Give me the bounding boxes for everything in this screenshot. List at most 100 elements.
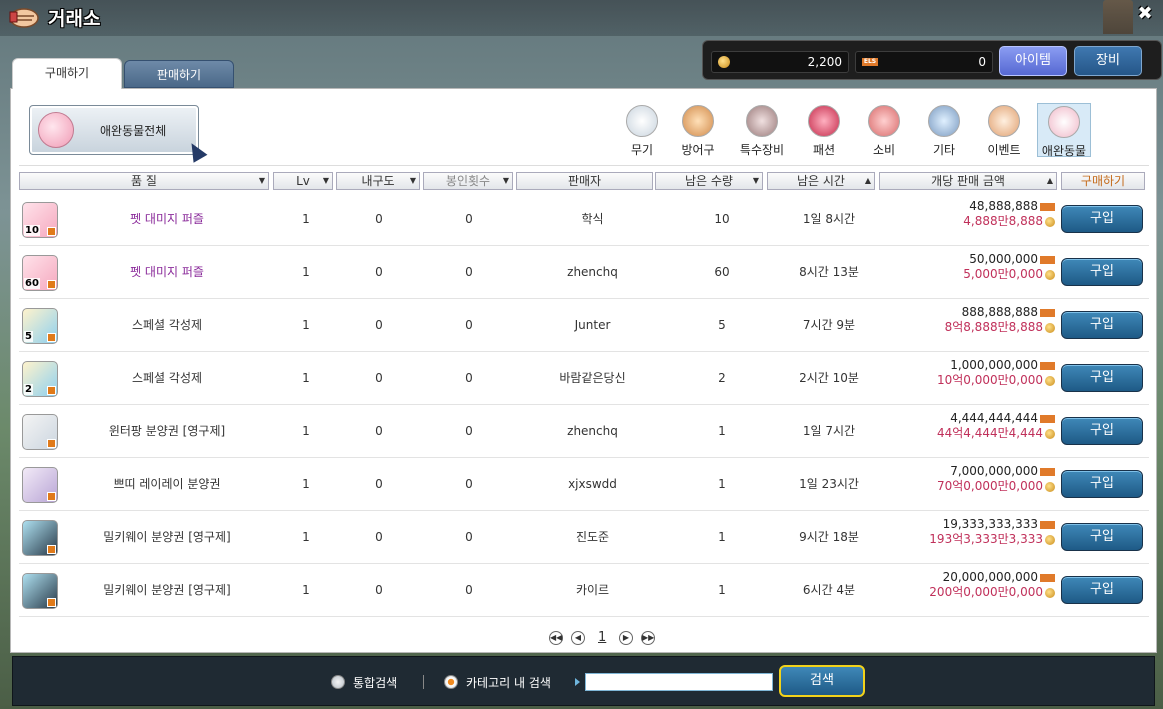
next-page-icon[interactable]: ▶ xyxy=(619,631,633,645)
category-armor[interactable]: 방어구 xyxy=(671,103,725,157)
buy-button[interactable]: 구입 xyxy=(1061,523,1143,551)
category-special-equipment[interactable]: 특수장비 xyxy=(735,103,789,157)
window-titlebar[interactable]: 거래소 ✖ xyxy=(0,0,1163,36)
buy-button[interactable]: 구입 xyxy=(1061,311,1143,339)
item-mode-button[interactable]: 아이템 xyxy=(999,46,1067,76)
price-korean: 193억3,333만3,333 xyxy=(929,532,1043,546)
column-header-lv[interactable]: Lv ▼ xyxy=(273,172,333,190)
integrated-search-radio[interactable] xyxy=(331,675,345,689)
item-icon[interactable]: 2 xyxy=(22,361,58,397)
tradeable-mark-icon xyxy=(47,227,56,236)
category-consumable[interactable]: 소비 xyxy=(857,103,911,157)
price-els: 19,333,333,333 xyxy=(942,517,1038,531)
price-els: 20,000,000,000 xyxy=(942,570,1038,584)
search-input[interactable] xyxy=(585,673,773,691)
category-fashion[interactable]: 패션 xyxy=(797,103,851,157)
item-price: 7,000,000,000 70억0,000만0,000 xyxy=(887,464,1055,494)
category-event[interactable]: 이벤트 xyxy=(977,103,1031,157)
search-button[interactable]: 검색 xyxy=(779,665,865,697)
buy-button[interactable]: 구입 xyxy=(1061,576,1143,604)
item-lv: 1 xyxy=(302,318,310,332)
sort-arrow-icon: ▲ xyxy=(864,176,871,185)
item-time: 7시간 9분 xyxy=(802,318,856,332)
item-durability: 0 xyxy=(375,424,383,438)
item-icon[interactable] xyxy=(22,520,58,556)
column-header-remaining-qty[interactable]: 남은 수량 ▼ xyxy=(655,172,763,190)
item-icon[interactable]: 60 xyxy=(22,255,58,291)
special-equipment-icon xyxy=(746,105,778,137)
item-lv: 1 xyxy=(302,424,310,438)
integrated-search-label: 통합검색 xyxy=(353,676,398,690)
category-label: 방어구 xyxy=(681,143,715,157)
category-label: 기타 xyxy=(932,143,956,157)
buy-button[interactable]: 구입 xyxy=(1061,205,1143,233)
etc-icon xyxy=(928,105,960,137)
coin-icon xyxy=(1045,428,1055,439)
tab-sell[interactable]: 판매하기 xyxy=(124,60,234,88)
item-seller: 카이르 xyxy=(575,583,610,597)
item-qty: 1 xyxy=(718,583,726,597)
header-label: 남은 시간 xyxy=(797,174,845,188)
column-header-price[interactable]: 개당 판매 금액 ▲ xyxy=(879,172,1057,190)
coin-icon xyxy=(1045,534,1055,545)
coin-icon xyxy=(1045,481,1055,492)
item-icon[interactable] xyxy=(22,467,58,503)
close-button[interactable]: ✖ xyxy=(1135,4,1155,24)
table-row[interactable]: 2 스페셜 각성제 1 0 0 바람같은당신 2 2시간 10분 1,000,0… xyxy=(19,352,1149,405)
item-qty-badge: 60 xyxy=(24,278,40,289)
item-price: 1,000,000,000 10억0,000만0,000 xyxy=(887,358,1055,388)
item-icon[interactable] xyxy=(22,414,58,450)
table-row[interactable]: 5 스페셜 각성제 1 0 0 Junter 5 7시간 9분 888,888,… xyxy=(19,299,1149,352)
tab-buy[interactable]: 구매하기 xyxy=(12,58,122,89)
page-number[interactable]: 1 xyxy=(598,630,606,645)
item-qty-badge: 5 xyxy=(24,331,33,342)
item-icon[interactable]: 5 xyxy=(22,308,58,344)
category-search-radio[interactable] xyxy=(444,675,458,689)
table-row[interactable]: 밀키웨이 분양권 [영구제] 1 0 0 진도준 1 9시간 18분 19,33… xyxy=(19,511,1149,564)
equip-mode-button[interactable]: 장비 xyxy=(1074,46,1142,76)
pet-all-button[interactable]: 애완동물전체 xyxy=(29,105,208,163)
item-icon[interactable] xyxy=(22,573,58,609)
table-row[interactable]: 윈터팡 분양권 [영구제] 1 0 0 zhenchq 1 1일 7시간 4,4… xyxy=(19,405,1149,458)
item-seller: zhenchq xyxy=(567,424,618,438)
column-header-seal[interactable]: 봉인횟수 ▼ xyxy=(423,172,513,190)
arrow-right-icon xyxy=(575,678,580,686)
column-header-buy: 구매하기 xyxy=(1061,172,1145,190)
item-icon[interactable]: 10 xyxy=(22,202,58,238)
sort-arrow-icon: ▼ xyxy=(409,176,416,185)
item-time: 9시간 18분 xyxy=(799,530,859,544)
category-pet[interactable]: 애완동물 xyxy=(1037,103,1091,158)
column-header-grade[interactable]: 품 질 ▼ xyxy=(19,172,269,190)
table-row[interactable]: 쁘띠 레이레이 분양권 1 0 0 xjxswdd 1 1일 23시간 7,00… xyxy=(19,458,1149,511)
item-seller: 바람같은당신 xyxy=(559,371,626,385)
els-icon xyxy=(1040,308,1055,317)
category-etc[interactable]: 기타 xyxy=(917,103,971,157)
buy-button[interactable]: 구입 xyxy=(1061,470,1143,498)
last-page-icon[interactable]: ▶▶ xyxy=(641,631,655,645)
item-seller: Junter xyxy=(574,318,611,332)
item-seal: 0 xyxy=(465,424,473,438)
buy-button[interactable]: 구입 xyxy=(1061,417,1143,445)
handshake-icon xyxy=(8,4,40,30)
coin-icon xyxy=(1045,216,1055,227)
item-name: 펫 대미지 퍼즐 xyxy=(130,212,204,226)
item-durability: 0 xyxy=(375,530,383,544)
els-balance: ELS 0 xyxy=(855,51,993,73)
category-weapon[interactable]: 무기 xyxy=(615,103,669,157)
buy-button[interactable]: 구입 xyxy=(1061,364,1143,392)
pet-icon xyxy=(38,112,74,148)
header-label: 개당 판매 금액 xyxy=(931,174,1005,188)
buy-button[interactable]: 구입 xyxy=(1061,258,1143,286)
table-row[interactable]: 60 펫 대미지 퍼즐 1 0 0 zhenchq 60 8시간 13분 50,… xyxy=(19,246,1149,299)
table-row[interactable]: 밀키웨이 분양권 [영구제] 1 0 0 카이르 1 6시간 4분 20,000… xyxy=(19,564,1149,617)
els-icon xyxy=(1040,414,1055,423)
column-header-durability[interactable]: 내구도 ▼ xyxy=(336,172,420,190)
column-header-remaining-time[interactable]: 남은 시간 ▲ xyxy=(767,172,875,190)
prev-page-icon[interactable]: ◀ xyxy=(571,631,585,645)
price-korean: 44억4,444만4,444 xyxy=(936,426,1043,440)
first-page-icon[interactable]: ◀◀ xyxy=(549,631,563,645)
els-icon xyxy=(1040,255,1055,264)
table-row[interactable]: 10 펫 대미지 퍼즐 1 0 0 학식 10 1일 8시간 48,888,88… xyxy=(19,193,1149,246)
item-durability: 0 xyxy=(375,583,383,597)
coin-icon xyxy=(1045,322,1055,333)
